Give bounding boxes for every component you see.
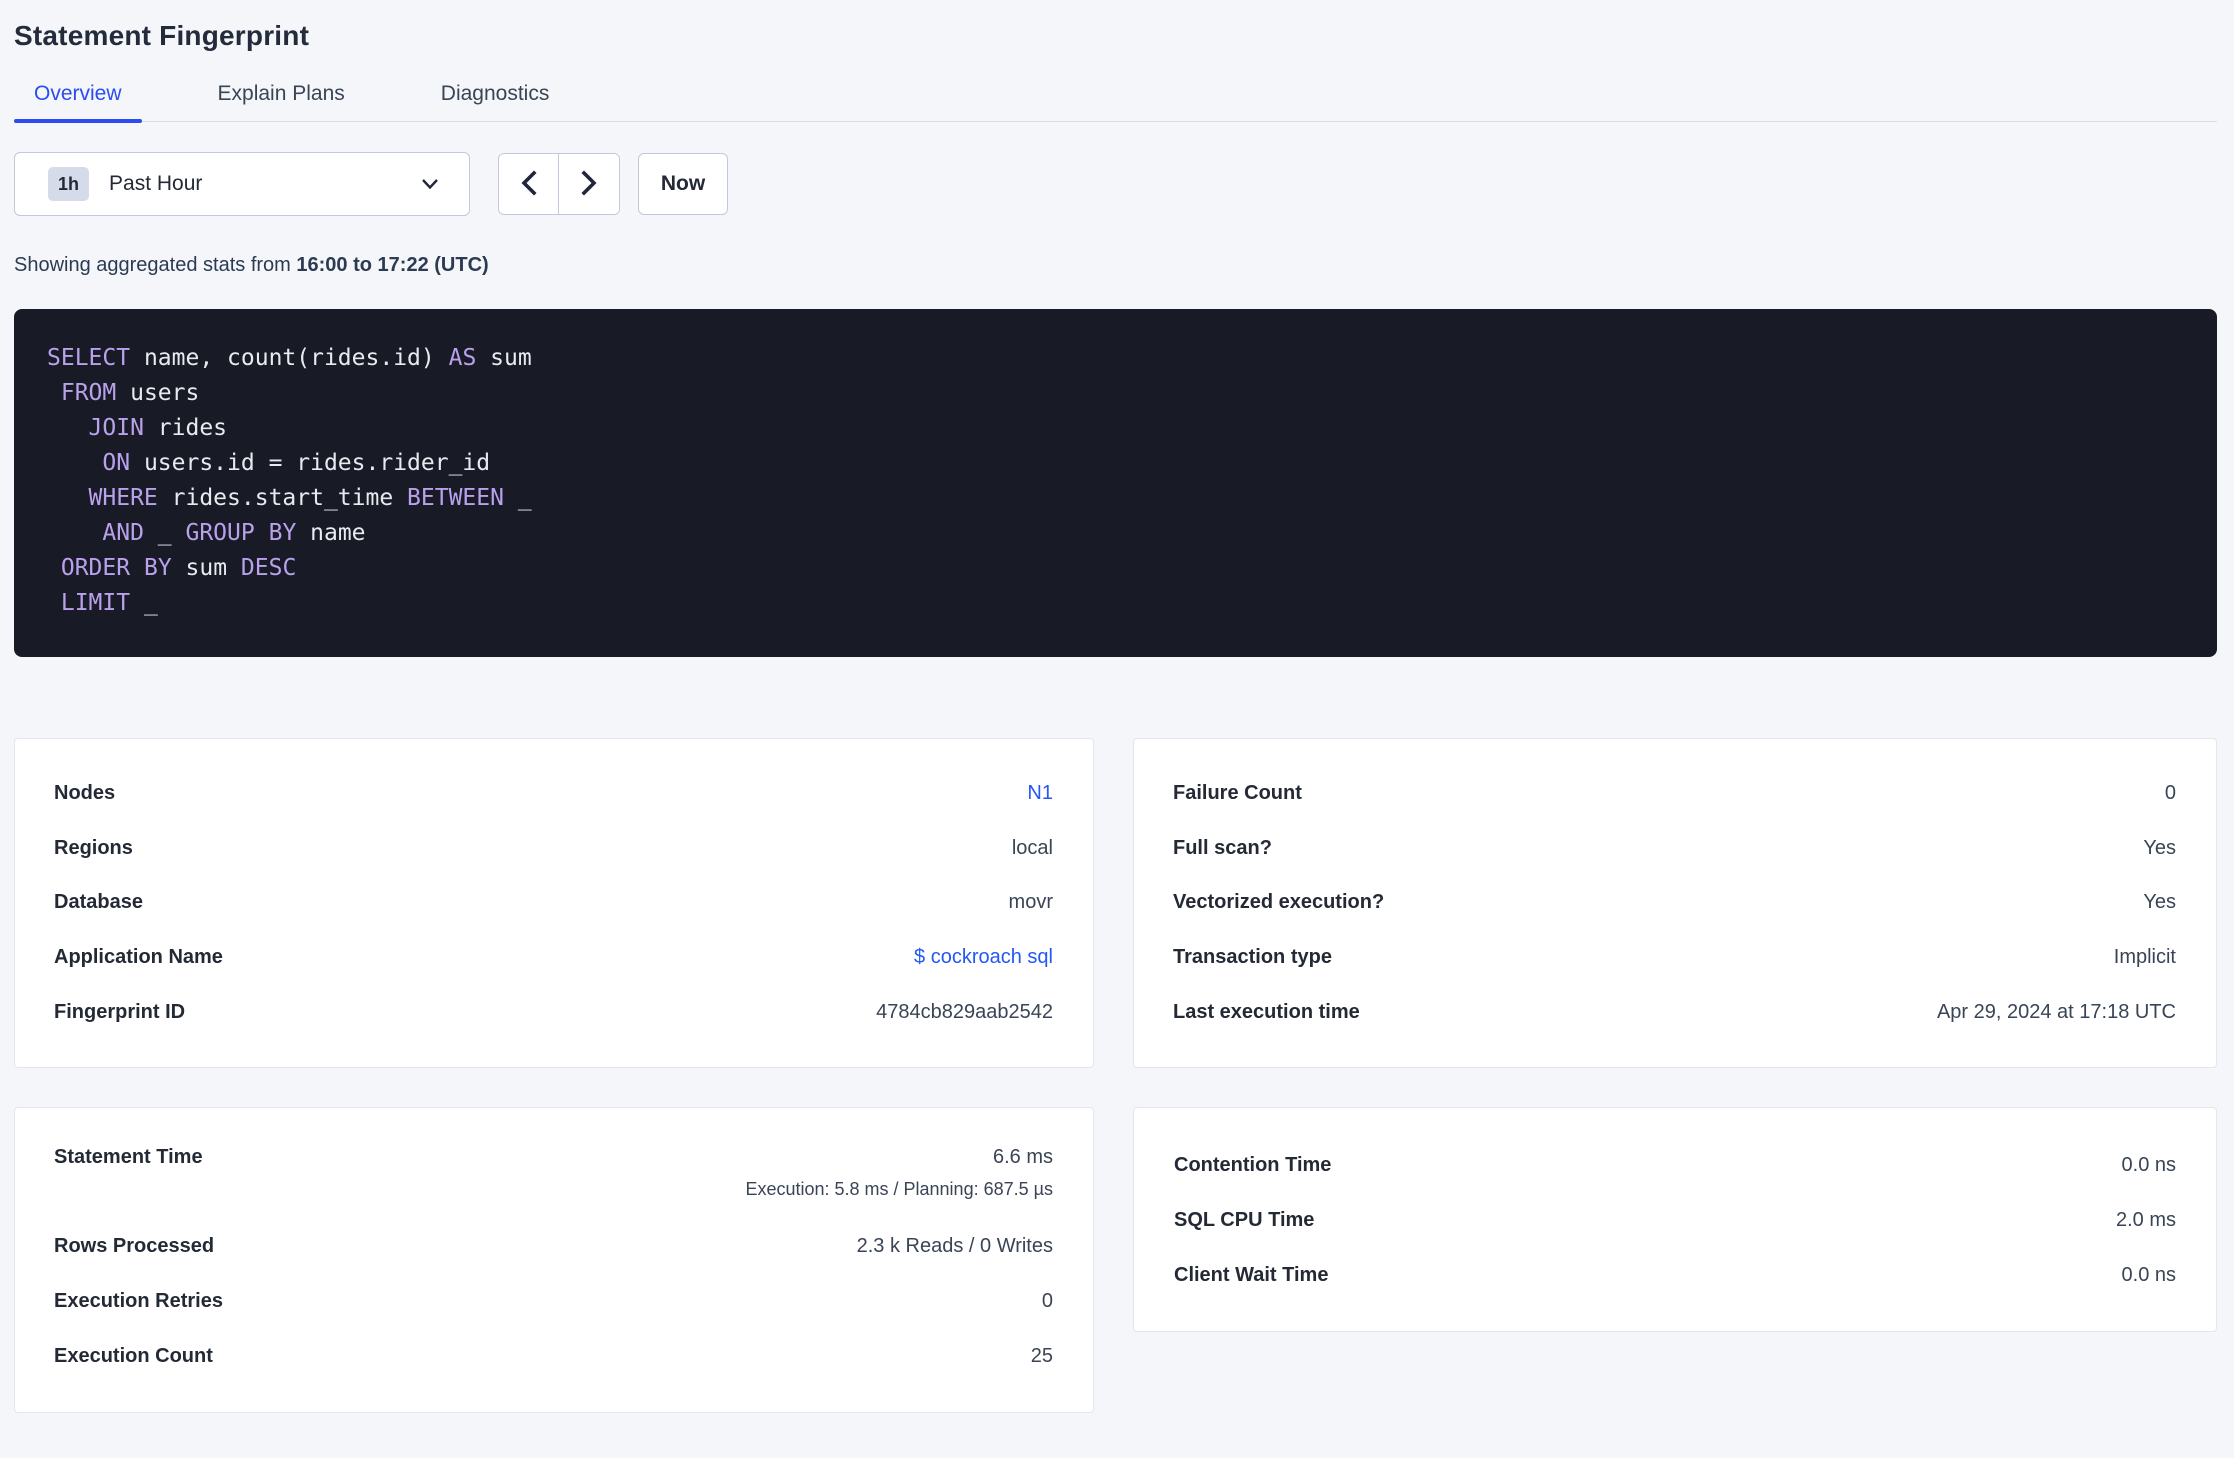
row-client-wait-time: Client Wait Time 0.0 ns [1174, 1248, 2176, 1303]
stat-value: 25 [1030, 1345, 1053, 1367]
stat-label: Execution Count [54, 1345, 213, 1367]
stat-label: Fingerprint ID [54, 1001, 186, 1024]
row-transaction-type: Transaction type Implicit [1173, 930, 2176, 985]
time-step-group [498, 153, 620, 215]
stat-label: Full scan? [1173, 836, 1272, 859]
stat-value: movr [1008, 891, 1053, 914]
chevron-right-icon [581, 169, 597, 199]
aggregation-summary: Showing aggregated stats from 16:00 to 1… [14, 254, 2217, 277]
page-title: Statement Fingerprint [14, 20, 310, 51]
stat-subvalue: Execution: 5.8 ms / Planning: 687.5 µs [745, 1179, 1053, 1199]
row-fingerprint-id: Fingerprint ID 4784cb829aab2542 [54, 985, 1053, 1040]
stat-value: 2.0 ms [2115, 1209, 2176, 1231]
row-vectorized: Vectorized execution? Yes [1173, 876, 2176, 931]
prev-time-button[interactable] [499, 154, 559, 214]
tab-diagnostics[interactable]: Diagnostics [421, 82, 570, 121]
node-link[interactable]: N1 [1027, 782, 1053, 805]
now-button[interactable]: Now [638, 153, 728, 215]
sql-line: WHERE rides.start_time BETWEEN _ [88, 485, 532, 511]
chevron-left-icon [520, 169, 537, 199]
stat-label: Last execution time [1173, 1001, 1360, 1024]
sql-line: ON users.id = rides.rider_id [102, 450, 491, 476]
card-statement-timings: Statement Time 6.6 ms Execution: 5.8 ms … [14, 1107, 1094, 1413]
stat-label: Statement Time [54, 1146, 203, 1168]
row-failure-count: Failure Count 0 [1173, 766, 2176, 821]
card-execution-attributes: Failure Count 0 Full scan? Yes Vectorize… [1133, 738, 2217, 1068]
stat-value: Implicit [2113, 946, 2176, 969]
cards-row-bottom: Statement Time 6.6 ms Execution: 5.8 ms … [14, 1107, 2217, 1413]
stat-value: Yes [2143, 891, 2176, 914]
stat-value: 0.0 ns [2121, 1154, 2176, 1176]
stat-value: 6.6 ms [992, 1146, 1053, 1168]
row-database: Database movr [54, 876, 1053, 931]
stat-value: 0 [2164, 781, 2176, 804]
tab-bar: Overview Explain Plans Diagnostics [14, 82, 2217, 123]
stat-label: Database [54, 891, 143, 914]
sql-statement-box: SELECT name, count(rides.id) AS sum FROM… [14, 309, 2217, 657]
row-statement-time: Statement Time 6.6 ms Execution: 5.8 ms … [54, 1140, 1053, 1205]
row-last-execution-time: Last execution time Apr 29, 2024 at 17:1… [1173, 985, 2176, 1040]
row-regions: Regions local [54, 821, 1053, 876]
tab-overview[interactable]: Overview [14, 82, 142, 123]
stat-label: Contention Time [1174, 1154, 1332, 1176]
stat-label: Client Wait Time [1174, 1264, 1329, 1286]
stat-value: 0 [1041, 1290, 1053, 1312]
time-controls: 1h Past Hour Now [14, 152, 2217, 216]
row-contention-time: Contention Time 0.0 ns [1174, 1138, 2176, 1193]
app-name-link[interactable]: $ cockroach sql [914, 946, 1053, 969]
stat-label: Transaction type [1173, 946, 1332, 969]
statement-fingerprint-page: Statement Fingerprint Overview Explain P… [0, 0, 2234, 1458]
row-nodes: Nodes N1 [54, 766, 1053, 821]
time-range-dropdown[interactable]: 1h Past Hour [14, 152, 470, 216]
stat-label: Regions [54, 836, 133, 859]
stat-label: Application Name [54, 946, 223, 969]
stat-label: Execution Retries [54, 1290, 223, 1312]
row-rows-processed: Rows Processed 2.3 k Reads / 0 Writes [54, 1219, 1053, 1274]
stat-value: 0.0 ns [2121, 1264, 2176, 1286]
cards-row-top: Nodes N1 Regions local Database movr App… [14, 738, 2217, 1068]
stat-label: Nodes [54, 781, 116, 804]
card-statement-details: Nodes N1 Regions local Database movr App… [14, 738, 1094, 1068]
sql-code: SELECT name, count(rides.id) AS sum FROM… [47, 341, 2184, 621]
sql-line: JOIN rides [88, 415, 228, 441]
row-execution-count: Execution Count 25 [54, 1329, 1053, 1384]
sql-line: AND _ GROUP BY name [102, 520, 366, 546]
time-range-label: Past Hour [109, 172, 203, 195]
sql-line: FROM users [60, 380, 200, 406]
statement-time-values: 6.6 ms Execution: 5.8 ms / Planning: 687… [745, 1140, 1053, 1205]
next-time-button[interactable] [559, 154, 619, 214]
row-execution-retries: Execution Retries 0 [54, 1274, 1053, 1329]
stat-value: local [1011, 836, 1053, 859]
stat-label: Vectorized execution? [1173, 891, 1385, 914]
stat-value: 2.3 k Reads / 0 Writes [856, 1235, 1053, 1257]
time-range-badge: 1h [48, 167, 90, 201]
aggregation-summary-prefix: Showing aggregated stats from [14, 254, 297, 276]
aggregation-summary-range: 16:00 to 17:22 (UTC) [296, 254, 489, 276]
row-sql-cpu-time: SQL CPU Time 2.0 ms [1174, 1193, 2176, 1248]
stat-label: Failure Count [1173, 781, 1302, 804]
row-application-name: Application Name $ cockroach sql [54, 930, 1053, 985]
stat-label: SQL CPU Time [1174, 1209, 1315, 1231]
chevron-down-icon [421, 178, 439, 190]
tab-explain-plans[interactable]: Explain Plans [198, 82, 365, 121]
sql-line: ORDER BY sum DESC [60, 555, 297, 581]
stat-value: 4784cb829aab2542 [876, 1001, 1053, 1024]
sql-line: LIMIT _ [60, 590, 158, 616]
stat-label: Rows Processed [54, 1235, 215, 1257]
card-wait-times: Contention Time 0.0 ns SQL CPU Time 2.0 … [1133, 1107, 2217, 1332]
stat-value: Yes [2143, 836, 2176, 859]
stat-value: Apr 29, 2024 at 17:18 UTC [1936, 1001, 2176, 1024]
sql-line: SELECT name, count(rides.id) AS sum [47, 345, 532, 371]
row-full-scan: Full scan? Yes [1173, 821, 2176, 876]
